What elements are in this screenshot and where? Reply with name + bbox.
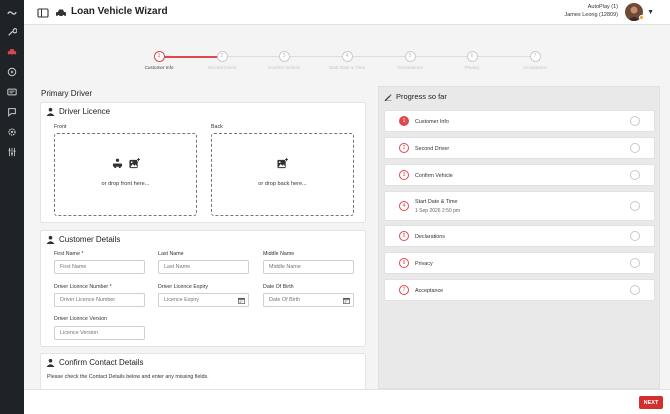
licence-version-input[interactable]: [54, 326, 145, 340]
step-acceptance[interactable]: 7 Acceptance: [505, 51, 565, 70]
wizard-stepper: 1 Customer Info 2 Second Driver 3 Confir…: [30, 48, 660, 74]
driver-icon: [46, 107, 55, 116]
user-name: James Leong (12809): [564, 12, 618, 18]
progress-panel: Progress so far 1 Customer Info 2 Second…: [378, 86, 660, 389]
first-name-label: First Name *: [54, 251, 84, 257]
front-dropzone[interactable]: or drop front here...: [54, 133, 197, 216]
driver-icon: [46, 235, 55, 244]
step-second-driver[interactable]: 2 Second Driver: [192, 51, 252, 70]
dob-label: Date Of Birth: [263, 284, 294, 290]
last-name-label: Last Name: [158, 251, 184, 257]
card-title: Confirm Contact Details: [59, 358, 144, 367]
status-circle: [630, 143, 640, 153]
sliders-icon[interactable]: [5, 145, 19, 159]
play-circle-icon[interactable]: [5, 65, 19, 79]
step-customer-info[interactable]: 1 Customer Info: [129, 51, 189, 70]
driver-icon: [46, 358, 55, 367]
calendar-icon[interactable]: [343, 297, 350, 304]
front-drop-text: or drop front here...: [101, 181, 150, 187]
back-dropzone[interactable]: or drop back here...: [211, 133, 354, 216]
card-title: Driver Licence: [59, 107, 111, 116]
page-title: Loan Vehicle Wizard: [71, 6, 168, 17]
pen-icon: [384, 93, 392, 101]
progress-item-customer-info[interactable]: 1 Customer Info: [384, 110, 655, 132]
licence-number-label: Driver Licence Number *: [54, 284, 112, 290]
wrench-icon[interactable]: [5, 25, 19, 39]
step-privacy[interactable]: 6 Privacy: [442, 51, 502, 70]
user-info[interactable]: AutoPlay (1) James Leong (12809): [564, 3, 618, 19]
car-icon[interactable]: [5, 45, 19, 59]
middle-name-input[interactable]: [263, 260, 354, 274]
image-add-icon: [277, 158, 288, 169]
back-label: Back: [211, 124, 223, 130]
progress-item-declarations[interactable]: 5 Declarations: [384, 225, 655, 247]
progress-title: Progress so far: [396, 92, 447, 101]
chevron-down-icon[interactable]: ▼: [647, 9, 654, 16]
gear-icon[interactable]: [5, 125, 19, 139]
store-name: AutoPlay (1): [587, 4, 618, 10]
status-circle: [630, 116, 640, 126]
calendar-icon[interactable]: [238, 297, 245, 304]
next-button[interactable]: NEXT: [639, 396, 663, 409]
contact-description: Please check the Contact Details below a…: [47, 374, 209, 380]
image-add-icon: [128, 158, 140, 169]
start-date-value: 1 Sep 2026 2:50 pm: [415, 208, 461, 214]
step-declarations[interactable]: 5 Declarations: [380, 51, 440, 70]
progress-item-privacy[interactable]: 6 Privacy: [384, 252, 655, 274]
step-start-date-time[interactable]: 4 Start Date & Time: [317, 51, 377, 70]
first-name-input[interactable]: [54, 260, 145, 274]
status-circle: [630, 170, 640, 180]
car-small-icon: [112, 158, 122, 169]
progress-item-start-date-time[interactable]: 4 Start Date & Time 1 Sep 2026 2:50 pm: [384, 191, 655, 221]
licence-expiry-input[interactable]: [158, 293, 249, 307]
progress-item-second-driver[interactable]: 2 Second Driver: [384, 137, 655, 159]
dob-input[interactable]: [263, 293, 354, 307]
car-header-icon: [55, 6, 67, 18]
licence-version-label: Driver Licence Version: [54, 316, 107, 322]
wizard-footer: NEXT: [24, 389, 670, 414]
primary-driver-panel: Primary Driver Driver Licence Front Back…: [34, 83, 370, 389]
sidebar-toggle-icon[interactable]: [37, 6, 49, 18]
chat-icon[interactable]: [5, 105, 19, 119]
licence-expiry-label: Driver Licence Expiry: [158, 284, 209, 290]
id-card-icon[interactable]: [5, 85, 19, 99]
driver-licence-card: Driver Licence Front Back or drop front …: [40, 102, 366, 223]
step-confirm-vehicle[interactable]: 3 Confirm Vehicle: [254, 51, 314, 70]
section-title: Primary Driver: [41, 89, 93, 98]
top-header: Loan Vehicle Wizard AutoPlay (1) James L…: [24, 0, 670, 25]
left-nav-rail: [0, 0, 24, 414]
customer-details-card: Customer Details First Name * Last Name …: [40, 230, 366, 347]
status-indicator: [639, 15, 644, 20]
last-name-input[interactable]: [158, 260, 249, 274]
card-title: Customer Details: [59, 235, 121, 244]
progress-item-confirm-vehicle[interactable]: 3 Confirm Vehicle: [384, 164, 655, 186]
status-circle: [630, 231, 640, 241]
middle-name-label: Middle Name: [263, 251, 295, 257]
status-circle: [630, 201, 640, 211]
front-label: Front: [54, 124, 67, 130]
status-circle: [630, 258, 640, 268]
back-drop-text: or drop back here...: [258, 181, 307, 187]
status-circle: [630, 285, 640, 295]
progress-item-acceptance[interactable]: 7 Acceptance: [384, 279, 655, 301]
confirm-contact-card: Confirm Contact Details Please check the…: [40, 353, 366, 389]
licence-number-input[interactable]: [54, 293, 145, 307]
logo-icon[interactable]: [5, 6, 19, 20]
